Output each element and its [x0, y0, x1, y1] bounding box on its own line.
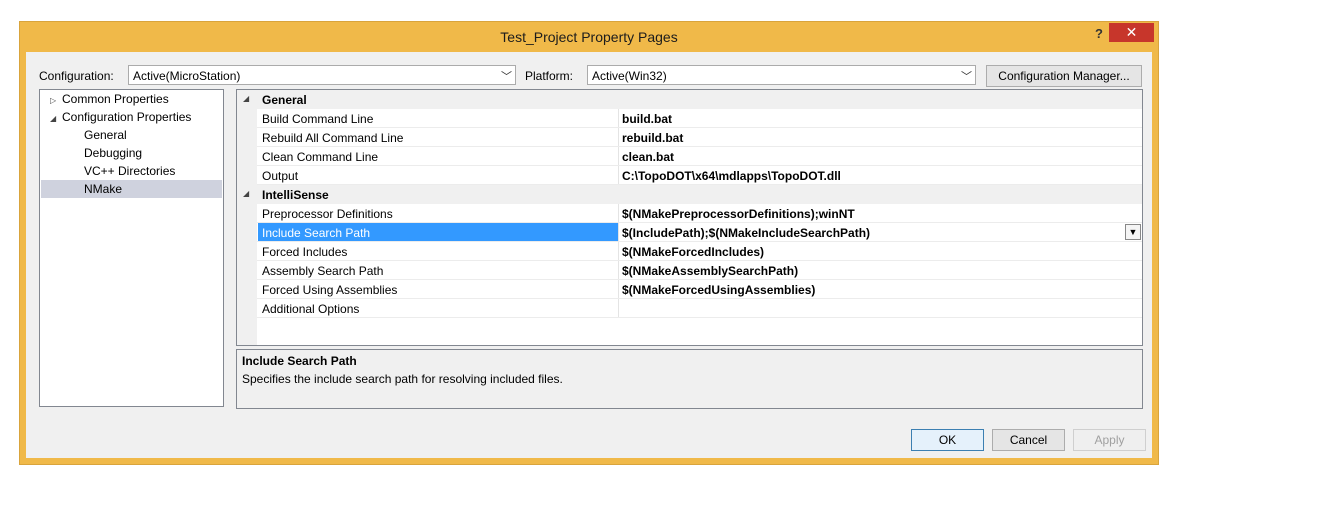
property-name: Preprocessor Definitions	[262, 207, 393, 221]
collapse-icon[interactable]: ◢	[50, 110, 62, 128]
property-tree[interactable]: ▷ Common Properties ◢ Configuration Proper…	[39, 89, 224, 407]
chevron-down-icon: ﹀	[961, 71, 972, 83]
column-divider	[618, 299, 619, 318]
tree-item-debugging[interactable]: Debugging	[84, 144, 142, 162]
platform-value: Active(Win32)	[592, 69, 667, 83]
column-divider	[618, 204, 619, 223]
property-row[interactable]: Output C:\TopoDOT\x64\mdlapps\TopoDOT.dl…	[237, 166, 1142, 185]
category-general[interactable]: ◢ General	[237, 90, 1142, 109]
title-bar[interactable]: Test_Project Property Pages ? ✕	[20, 22, 1158, 52]
tree-item-common-properties[interactable]: ▷ Common Properties	[50, 90, 169, 108]
configuration-manager-button[interactable]: Configuration Manager...	[986, 65, 1142, 87]
property-row[interactable]: Forced Using Assemblies $(NMakeForcedUsi…	[237, 280, 1142, 299]
property-name: Forced Includes	[262, 245, 348, 259]
property-value[interactable]: rebuild.bat	[622, 131, 683, 145]
category-label: IntelliSense	[262, 188, 329, 202]
platform-label: Platform:	[525, 69, 574, 83]
property-name: Rebuild All Command Line	[262, 131, 404, 145]
property-row[interactable]: Assembly Search Path $(NMakeAssemblySear…	[237, 261, 1142, 280]
column-divider	[618, 223, 619, 242]
tree-item-general[interactable]: General	[84, 126, 127, 144]
cancel-button[interactable]: Cancel	[992, 429, 1065, 451]
property-row[interactable]: Rebuild All Command Line rebuild.bat	[237, 128, 1142, 147]
column-divider	[618, 128, 619, 147]
property-value[interactable]: $(NMakeForcedIncludes)	[622, 245, 764, 259]
description-title: Include Search Path	[242, 354, 357, 368]
column-divider	[618, 242, 619, 261]
property-name: Include Search Path	[262, 226, 371, 240]
column-divider	[618, 166, 619, 185]
property-row[interactable]: Forced Includes $(NMakeForcedIncludes)	[237, 242, 1142, 261]
category-intellisense[interactable]: ◢ IntelliSense	[237, 185, 1142, 204]
column-divider	[618, 280, 619, 299]
tree-item-nmake[interactable]: NMake	[84, 180, 122, 198]
configuration-value: Active(MicroStation)	[133, 69, 241, 83]
tree-item-label: Common Properties	[62, 92, 169, 106]
configuration-select[interactable]: Active(MicroStation) ﹀	[128, 65, 516, 85]
property-name: Output	[262, 169, 299, 183]
ok-button[interactable]: OK	[911, 429, 984, 451]
collapse-icon[interactable]: ◢	[243, 189, 249, 198]
collapse-icon[interactable]: ◢	[243, 94, 249, 103]
tree-selection-highlight	[41, 180, 222, 198]
property-value[interactable]: $(NMakeAssemblySearchPath)	[622, 264, 798, 278]
row-divider	[257, 317, 1142, 318]
property-value[interactable]: $(NMakePreprocessorDefinitions);winNT	[622, 207, 855, 221]
tree-item-label: Configuration Properties	[62, 110, 192, 124]
property-pages-window: Test_Project Property Pages ? ✕ Configur…	[19, 21, 1159, 465]
chevron-down-icon[interactable]: ▼	[1125, 224, 1141, 240]
platform-select[interactable]: Active(Win32) ﹀	[587, 65, 976, 85]
property-row[interactable]: Clean Command Line clean.bat	[237, 147, 1142, 166]
property-value[interactable]: clean.bat	[622, 150, 674, 164]
tree-item-configuration-properties[interactable]: ◢ Configuration Properties	[50, 108, 191, 126]
description-text: Specifies the include search path for re…	[242, 372, 563, 386]
close-icon: ✕	[1125, 24, 1138, 40]
dialog-client: Configuration: Active(MicroStation) ﹀ Pl…	[26, 52, 1152, 458]
property-row-selected[interactable]: Include Search Path $(IncludePath);$(NMa…	[237, 223, 1142, 242]
chevron-down-icon: ﹀	[501, 71, 512, 83]
configuration-label: Configuration:	[39, 69, 114, 83]
column-divider	[618, 261, 619, 280]
apply-button[interactable]: Apply	[1073, 429, 1146, 451]
property-row[interactable]: Build Command Line build.bat	[237, 109, 1142, 128]
property-value-editor[interactable]: $(IncludePath);$(NMakeIncludeSearchPath)	[622, 226, 870, 240]
category-label: General	[262, 93, 307, 107]
property-value[interactable]: C:\TopoDOT\x64\mdlapps\TopoDOT.dll	[622, 169, 841, 183]
property-name: Build Command Line	[262, 112, 374, 126]
window-title: Test_Project Property Pages	[500, 29, 678, 45]
description-panel: Include Search Path Specifies the includ…	[236, 349, 1143, 409]
column-divider	[618, 147, 619, 166]
property-name: Forced Using Assemblies	[262, 283, 398, 297]
property-name: Additional Options	[262, 302, 360, 316]
column-divider	[618, 109, 619, 128]
property-value[interactable]: build.bat	[622, 112, 672, 126]
property-value[interactable]: $(NMakeForcedUsingAssemblies)	[622, 283, 815, 297]
property-name: Assembly Search Path	[262, 264, 384, 278]
property-row[interactable]: Additional Options	[237, 299, 1142, 318]
close-button[interactable]: ✕	[1109, 23, 1154, 42]
property-row[interactable]: Preprocessor Definitions $(NMakePreproce…	[237, 204, 1142, 223]
tree-item-vc-directories[interactable]: VC++ Directories	[84, 162, 175, 180]
property-name: Clean Command Line	[262, 150, 379, 164]
property-grid[interactable]: ◢ General Build Command Line build.bat R…	[236, 89, 1143, 346]
